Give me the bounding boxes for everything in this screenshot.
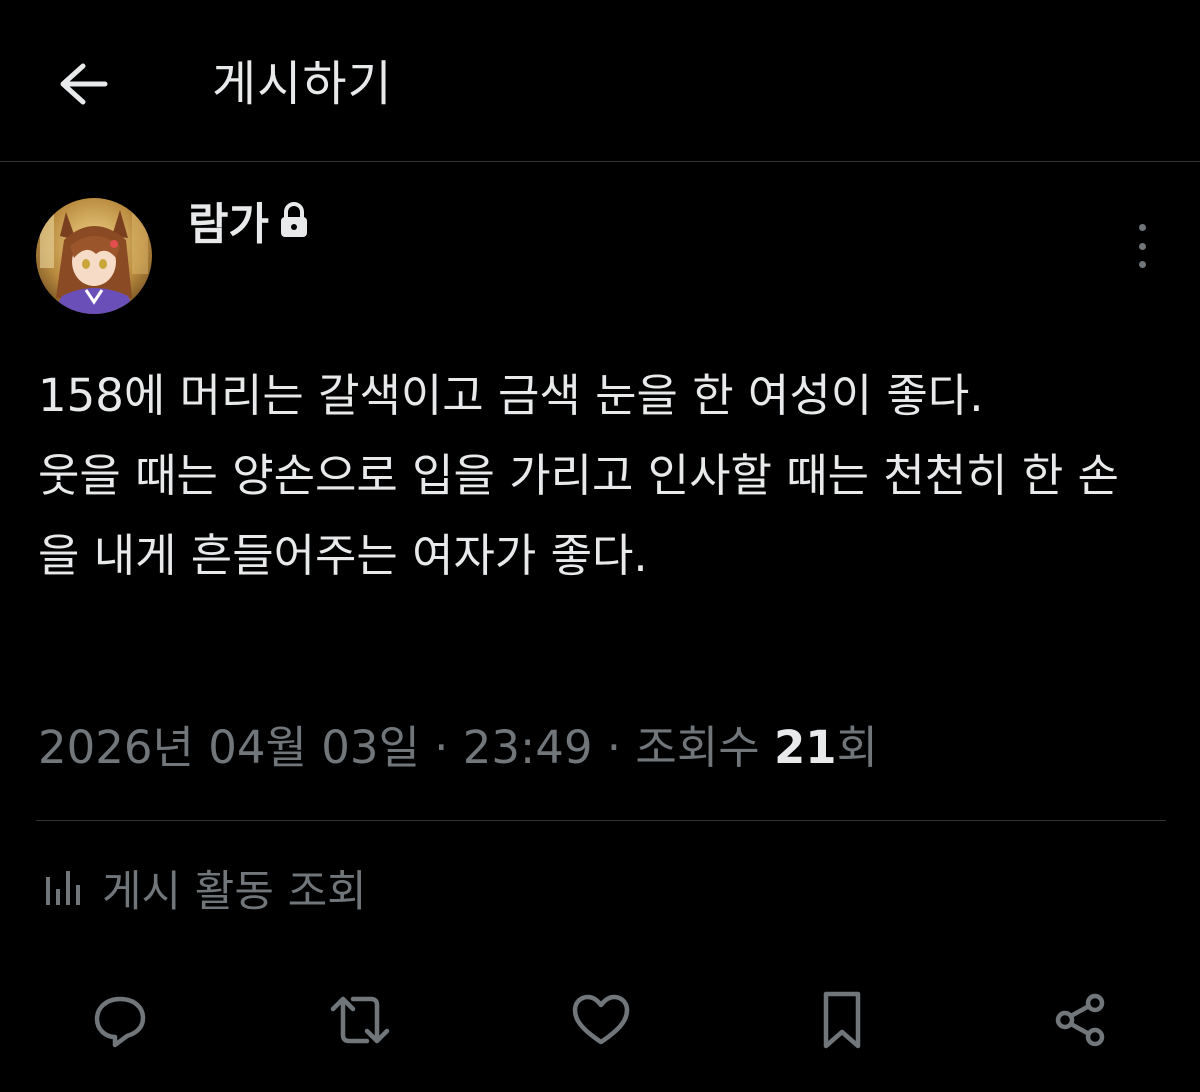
arrow-left-icon <box>60 63 108 105</box>
bookmark-icon <box>823 991 861 1049</box>
page-title: 게시하기 <box>212 56 393 112</box>
like-button[interactable] <box>563 982 639 1058</box>
more-vertical-icon-dot <box>1138 261 1146 268</box>
meta-separator: · <box>434 721 449 774</box>
reply-icon <box>94 996 146 1048</box>
more-options-button[interactable] <box>1124 224 1160 268</box>
views-count: 21 <box>773 721 837 774</box>
divider <box>36 820 1166 821</box>
author-name[interactable]: 람가 <box>188 188 269 252</box>
more-vertical-icon-dot <box>1138 224 1146 231</box>
retweet-icon <box>330 996 390 1044</box>
share-button[interactable] <box>1042 982 1118 1058</box>
heart-icon <box>572 994 630 1045</box>
views-suffix: 회 <box>836 721 878 774</box>
post-activity-link[interactable]: 게시 활동 조회 <box>40 856 367 920</box>
top-bar: 게시하기 <box>0 0 1200 162</box>
action-bar <box>0 982 1200 1058</box>
post-time[interactable]: 23:49 <box>463 721 593 774</box>
author-header: 람가 <box>188 190 311 250</box>
more-vertical-icon-dot <box>1138 242 1146 250</box>
retweet-button[interactable] <box>322 982 398 1058</box>
analytics-icon <box>46 871 80 905</box>
avatar[interactable] <box>36 198 152 314</box>
bookmark-button[interactable] <box>804 982 880 1058</box>
back-button[interactable] <box>52 56 114 112</box>
post-meta: 2026년 04월 03일 · 23:49 · 조회수 21회 <box>38 716 878 780</box>
activity-label: 게시 활동 조회 <box>102 867 367 917</box>
views-prefix: 조회수 <box>635 721 760 774</box>
post-date[interactable]: 2026년 04월 03일 <box>38 721 420 774</box>
post-text: 158에 머리는 갈색이고 금색 눈을 한 여성이 좋다. 웃을 때는 양손으로… <box>38 369 1119 582</box>
share-icon <box>1055 993 1105 1047</box>
lock-icon <box>277 200 311 240</box>
meta-separator: · <box>606 721 622 774</box>
avatar-image <box>36 198 152 314</box>
reply-button[interactable] <box>82 982 158 1058</box>
